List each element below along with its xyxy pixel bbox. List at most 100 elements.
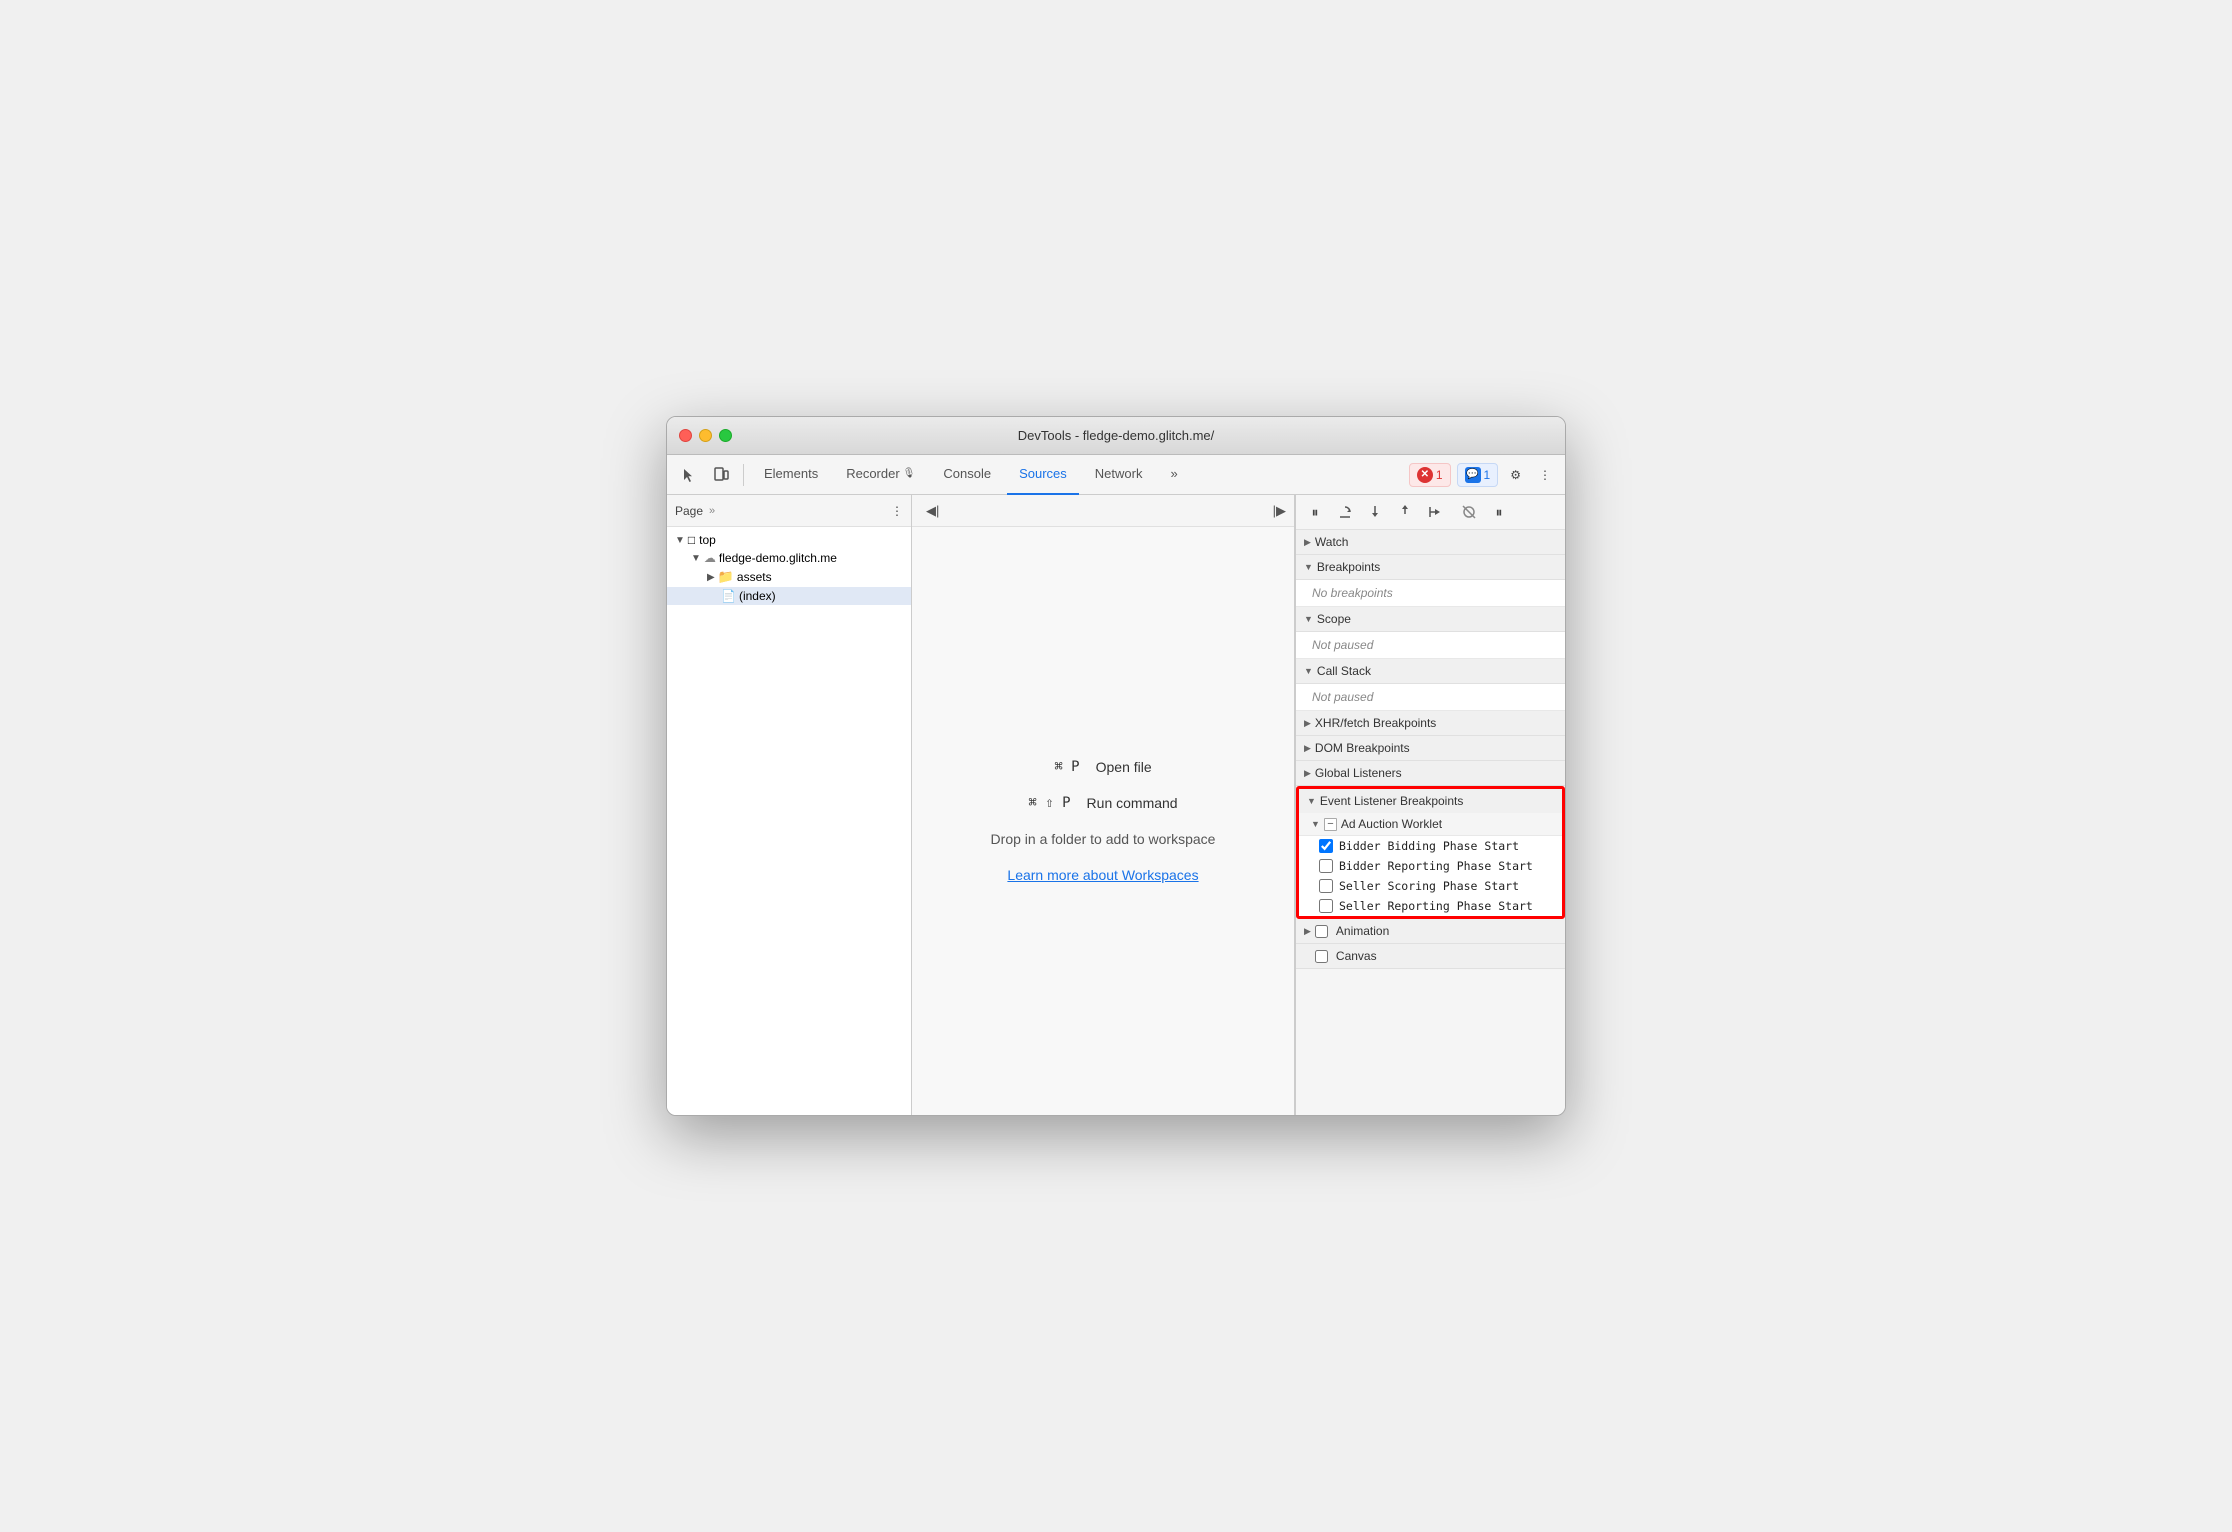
xhr-arrow: ▶ [1304,718,1311,729]
tree-item-assets[interactable]: ▶ 📁 assets [667,567,911,587]
step-button[interactable] [1422,499,1448,525]
shortcut-run-command: ⌘ ⇧ P Run command [1028,795,1177,811]
error-icon: ✕ [1417,467,1433,483]
step-over-button[interactable] [1332,499,1358,525]
event-listener-label: Event Listener Breakpoints [1320,794,1463,808]
deactivate-breakpoints-button[interactable] [1456,499,1482,525]
checkbox-seller-scoring[interactable] [1319,879,1333,893]
animation-checkbox[interactable] [1315,925,1328,938]
minimize-button[interactable] [699,429,712,442]
workspace-link[interactable]: Learn more about Workspaces [1007,867,1198,883]
shortcut-open-file: ⌘ P Open file [1054,759,1151,775]
tab-sources[interactable]: Sources [1007,455,1079,495]
show-sidebar-button[interactable]: ◀| [920,499,945,523]
call-stack-label: Call Stack [1317,664,1371,678]
checkbox-bidder-bidding[interactable] [1319,839,1333,853]
ad-auction-arrow: ▼ [1311,819,1320,829]
tree-item-fledge[interactable]: ▼ ☁ fledge-demo.glitch.me [667,549,911,567]
shortcut-open-file-keys: ⌘ P [1054,759,1079,775]
step-into-button[interactable] [1362,499,1388,525]
messages-badge[interactable]: 💬 1 [1457,463,1499,487]
drop-hint-text: Drop in a folder to add to workspace [991,831,1216,847]
tree-arrow-top: ▼ [675,535,685,546]
xhr-label: XHR/fetch Breakpoints [1315,716,1436,730]
scope-label: Scope [1317,612,1351,626]
window-title: DevTools - fledge-demo.glitch.me/ [1018,428,1215,443]
event-listener-section-header[interactable]: ▼ Event Listener Breakpoints [1299,789,1562,813]
animation-arrow: ▶ [1304,926,1311,937]
canvas-label: Canvas [1336,949,1377,963]
breakpoint-bidder-bidding: Bidder Bidding Phase Start [1299,836,1562,856]
global-listeners-section-header[interactable]: ▶ Global Listeners [1296,761,1565,786]
center-toolbar: ◀| |▶ [912,495,1294,527]
label-seller-reporting[interactable]: Seller Reporting Phase Start [1339,899,1533,913]
tree-label-index: (index) [739,589,776,603]
global-listeners-arrow: ▶ [1304,768,1311,779]
errors-badge[interactable]: ✕ 1 [1409,463,1451,487]
canvas-checkbox[interactable] [1315,950,1328,963]
label-seller-scoring[interactable]: Seller Scoring Phase Start [1339,879,1519,893]
dom-section-header[interactable]: ▶ DOM Breakpoints [1296,736,1565,761]
dont-pause-exceptions-button[interactable]: ⏸ [1486,499,1512,525]
shortcut-open-file-label: Open file [1096,759,1152,775]
tree-label-assets: assets [737,570,772,584]
scope-arrow: ▼ [1304,614,1313,624]
event-listener-section: ▼ Event Listener Breakpoints ▼ − Ad Auct… [1296,786,1565,919]
ad-auction-worklet-header[interactable]: ▼ − Ad Auction Worklet [1299,813,1562,836]
watch-section-header[interactable]: ▶ Watch [1296,530,1565,555]
device-tool[interactable] [707,463,735,487]
animation-section-header[interactable]: ▶ Animation [1296,919,1565,944]
more-menu-button[interactable]: ⋮ [1533,464,1557,486]
tree-label-top: top [699,533,716,547]
tab-console[interactable]: Console [931,455,1003,495]
page-label: Page [675,504,703,518]
message-icon: 💬 [1465,467,1481,483]
pause-button[interactable]: ⏸ [1302,499,1328,525]
step-out-button[interactable] [1392,499,1418,525]
xhr-section-header[interactable]: ▶ XHR/fetch Breakpoints [1296,711,1565,736]
titlebar: DevTools - fledge-demo.glitch.me/ [667,417,1565,455]
tree-item-index[interactable]: 📄 (index) [667,587,911,605]
settings-button[interactable]: ⚙ [1504,464,1527,486]
canvas-section-header[interactable]: ▶ Canvas [1296,944,1565,969]
show-right-sidebar-button[interactable]: |▶ [1273,502,1286,520]
breakpoints-empty: No breakpoints [1296,580,1565,606]
checkbox-seller-reporting[interactable] [1319,899,1333,913]
tab-network[interactable]: Network [1083,455,1155,495]
center-content: ⌘ P Open file ⌘ ⇧ P Run command Drop in … [912,527,1294,1115]
main-toolbar: Elements Recorder 🎙 Console Sources Netw… [667,455,1565,495]
traffic-lights [679,429,732,442]
watch-label: Watch [1315,535,1349,549]
file-tree: ▼ □ top ▼ ☁ fledge-demo.glitch.me ▶ 📁 as… [667,527,911,1115]
file-icon-index: 📄 [721,589,736,603]
show-right-sidebar-icon: |▶ [1273,503,1286,518]
toolbar-right: ✕ 1 💬 1 ⚙ ⋮ [1409,463,1557,487]
tab-more[interactable]: » [1158,455,1189,495]
maximize-button[interactable] [719,429,732,442]
checkbox-bidder-reporting[interactable] [1319,859,1333,873]
label-bidder-bidding[interactable]: Bidder Bidding Phase Start [1339,839,1519,853]
dom-arrow: ▶ [1304,743,1311,754]
event-listener-arrow: ▼ [1307,796,1316,806]
folder-icon-assets: 📁 [718,569,734,585]
breakpoint-bidder-reporting: Bidder Reporting Phase Start [1299,856,1562,876]
label-bidder-reporting[interactable]: Bidder Reporting Phase Start [1339,859,1533,873]
tree-arrow-fledge: ▼ [691,553,701,564]
cloud-icon: ☁ [704,551,716,565]
three-dots-button[interactable]: ⋮ [891,504,903,518]
scope-section-header[interactable]: ▼ Scope [1296,607,1565,632]
shortcut-run-command-label: Run command [1087,795,1178,811]
scope-empty: Not paused [1296,632,1565,658]
tree-item-top[interactable]: ▼ □ top [667,531,911,549]
scope-content: Not paused [1296,632,1565,659]
center-panel: ◀| |▶ ⌘ P Open file ⌘ ⇧ P Run command Dr… [912,495,1295,1115]
more-tabs-icon[interactable]: » [709,505,715,517]
close-button[interactable] [679,429,692,442]
call-stack-empty: Not paused [1296,684,1565,710]
cursor-tool[interactable] [675,463,703,487]
show-sidebar-icon: ◀| [926,503,939,519]
breakpoints-section-header[interactable]: ▼ Breakpoints [1296,555,1565,580]
tab-elements[interactable]: Elements [752,455,830,495]
call-stack-section-header[interactable]: ▼ Call Stack [1296,659,1565,684]
tab-recorder[interactable]: Recorder 🎙 [834,455,927,495]
